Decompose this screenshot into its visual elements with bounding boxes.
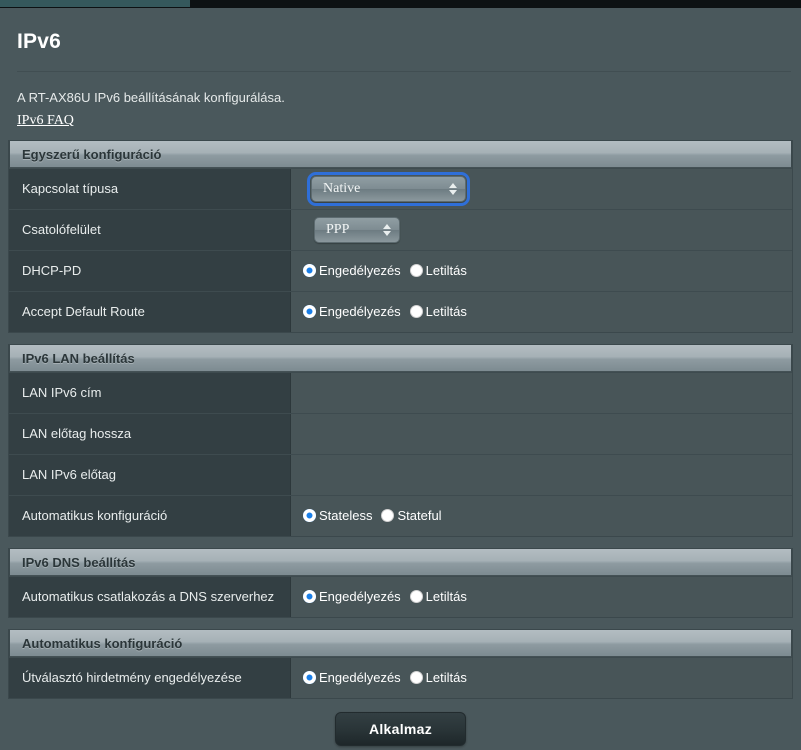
radio-label: Engedélyezés bbox=[319, 589, 401, 605]
radio-label: Letiltás bbox=[425, 589, 467, 605]
radio-disable[interactable]: Letiltás bbox=[409, 304, 467, 320]
settings-row: LAN előtag hossza bbox=[9, 412, 792, 454]
radio-label: Engedélyezés bbox=[319, 670, 401, 686]
interface-select[interactable]: PPP bbox=[314, 216, 400, 243]
setting-label: Csatolófelület bbox=[9, 209, 291, 250]
radio-dot-icon bbox=[381, 509, 395, 523]
settings-section: Automatikus konfiguráció Útválasztó hirde… bbox=[8, 628, 793, 699]
select-value: Native bbox=[323, 180, 361, 196]
apply-button[interactable]: Alkalmaz bbox=[335, 711, 466, 746]
enable-disable-radio-group: Engedélyezés Letiltás bbox=[303, 304, 476, 319]
radio-label: Letiltás bbox=[425, 304, 467, 320]
setting-value: Stateless Stateful bbox=[291, 495, 792, 536]
radio-dot-icon bbox=[303, 264, 316, 278]
settings-section: IPv6 DNS beállítás Automatikus csatlakozá… bbox=[8, 547, 793, 618]
radio-dot-icon bbox=[409, 671, 423, 685]
setting-label: Automatikus konfiguráció bbox=[9, 495, 291, 536]
radio-dot-icon bbox=[409, 264, 423, 278]
setting-value: Engedélyezés Letiltás bbox=[291, 250, 792, 291]
radio-label: Engedélyezés bbox=[319, 304, 401, 320]
radio-label: Engedélyezés bbox=[319, 263, 401, 279]
radio-label: Stateless bbox=[319, 508, 373, 524]
setting-label: Accept Default Route bbox=[9, 291, 291, 332]
connection-type-select[interactable]: Native bbox=[307, 171, 470, 206]
setting-label: LAN előtag hossza bbox=[9, 413, 291, 454]
setting-label: LAN IPv6 cím bbox=[9, 372, 291, 413]
settings-row: LAN IPv6 cím bbox=[9, 371, 792, 413]
settings-row: Kapcsolat típusa Native bbox=[9, 167, 792, 209]
radio-label: Letiltás bbox=[425, 670, 467, 686]
radio-dot-icon bbox=[303, 590, 316, 604]
enable-disable-radio-group: Engedélyezés Letiltás bbox=[303, 589, 476, 604]
radio-enable[interactable]: Engedélyezés bbox=[303, 589, 401, 604]
page-description: A RT-AX86U IPv6 beállításának konfigurál… bbox=[17, 90, 285, 105]
radio-disable[interactable]: Letiltás bbox=[409, 589, 467, 605]
setting-value-empty bbox=[291, 372, 792, 413]
radio-disable[interactable]: Letiltás bbox=[409, 670, 467, 686]
ipv6-faq-link[interactable]: IPv6 FAQ bbox=[17, 113, 74, 129]
setting-value-empty bbox=[291, 454, 792, 495]
settings-row: Accept Default Route Engedélyezés Letiltás bbox=[9, 290, 792, 332]
setting-label: Automatikus csatlakozás a DNS szerverhez bbox=[9, 576, 291, 617]
radio-dot-icon bbox=[303, 305, 316, 319]
select-stepper-arrows-icon bbox=[383, 223, 391, 236]
radio-enable[interactable]: Engedélyezés bbox=[303, 263, 401, 278]
radio-disable[interactable]: Letiltás bbox=[409, 263, 467, 279]
select-value: PPP bbox=[326, 221, 350, 237]
settings-row: Csatolófelület PPP bbox=[9, 208, 792, 250]
radio-dot-icon bbox=[409, 305, 423, 319]
setting-label: Útválasztó hirdetmény engedélyezése bbox=[9, 657, 291, 698]
section-header: Egyszerű konfiguráció bbox=[9, 139, 792, 168]
setting-label: Kapcsolat típusa bbox=[9, 168, 291, 209]
radio-label: Stateful bbox=[397, 508, 442, 524]
window-top-chrome bbox=[0, 0, 801, 8]
settings-row: Automatikus konfiguráció Stateless Statefu… bbox=[9, 494, 792, 536]
select-stepper-arrows-icon bbox=[449, 182, 457, 195]
apply-bar: Alkalmaz bbox=[8, 699, 793, 746]
radio-dot-icon bbox=[303, 509, 316, 523]
settings-row: DHCP-PD Engedélyezés Letiltás bbox=[9, 249, 792, 291]
autoconfig-radio-group: Stateless Stateful bbox=[303, 508, 451, 523]
setting-value: Native bbox=[291, 168, 792, 209]
settings-sections: Egyszerű konfiguráció Kapcsolat típusa Nat… bbox=[8, 139, 793, 699]
settings-section: Egyszerű konfiguráció Kapcsolat típusa Nat… bbox=[8, 139, 793, 333]
setting-label: LAN IPv6 előtag bbox=[9, 454, 291, 495]
setting-value-empty bbox=[291, 413, 792, 454]
section-header: IPv6 LAN beállítás bbox=[9, 343, 792, 372]
section-header: IPv6 DNS beállítás bbox=[9, 547, 792, 576]
settings-row: Automatikus csatlakozás a DNS szerverhez… bbox=[9, 575, 792, 617]
ipv6-settings-page: IPv6 A RT-AX86U IPv6 beállításának konfi… bbox=[0, 8, 801, 750]
enable-disable-radio-group: Engedélyezés Letiltás bbox=[303, 670, 476, 685]
setting-value: Engedélyezés Letiltás bbox=[291, 657, 792, 698]
radio-label: Letiltás bbox=[425, 263, 467, 279]
enable-disable-radio-group: Engedélyezés Letiltás bbox=[303, 263, 476, 278]
radio-stateful[interactable]: Stateful bbox=[381, 508, 442, 524]
setting-value: PPP bbox=[291, 209, 792, 250]
settings-row: Útválasztó hirdetmény engedélyezése Enged… bbox=[9, 656, 792, 698]
page-title: IPv6 bbox=[17, 30, 61, 53]
setting-value: Engedélyezés Letiltás bbox=[291, 576, 792, 617]
settings-section: IPv6 LAN beállítás LAN IPv6 cím LAN előtag… bbox=[8, 343, 793, 537]
setting-label: DHCP-PD bbox=[9, 250, 291, 291]
radio-enable[interactable]: Engedélyezés bbox=[303, 670, 401, 685]
setting-value: Engedélyezés Letiltás bbox=[291, 291, 792, 332]
section-header: Automatikus konfiguráció bbox=[9, 628, 792, 657]
radio-enable[interactable]: Engedélyezés bbox=[303, 304, 401, 319]
window-top-chrome-accent bbox=[0, 0, 190, 7]
radio-dot-icon bbox=[409, 590, 423, 604]
radio-stateless[interactable]: Stateless bbox=[303, 508, 372, 523]
radio-dot-icon bbox=[303, 671, 316, 685]
settings-row: LAN IPv6 előtag bbox=[9, 453, 792, 495]
